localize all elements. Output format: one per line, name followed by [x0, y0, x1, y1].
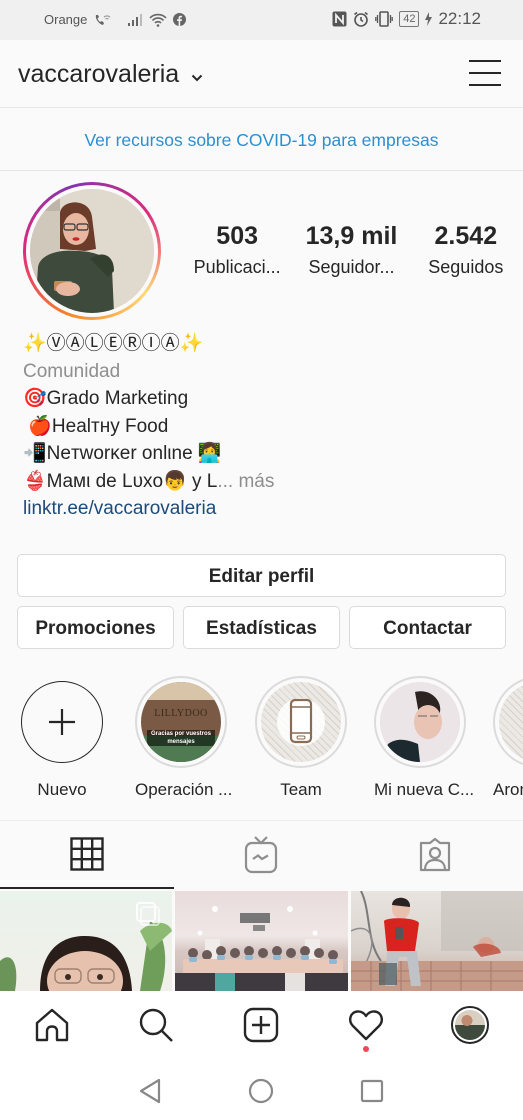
highlight-item[interactable]: Arom: [493, 676, 523, 800]
highlight-label: Mi nueva C...: [374, 780, 475, 799]
story-highlights: Nuevo LILLYDOO Gracias por vuestros mens…: [0, 676, 523, 806]
highlight-new[interactable]: Nuevo: [16, 676, 108, 800]
highlight-item[interactable]: LILLYDOO Gracias por vuestros mensajes O…: [135, 676, 233, 800]
tab-igtv[interactable]: [174, 821, 348, 889]
profile-bio: ✨ⓋⒶⓁⒺⓇⒾⒶ✨ Comunidad 🎯Grado Marketing 🍎He…: [23, 330, 274, 523]
highlight-label: Operación ...: [135, 780, 233, 799]
system-home-button[interactable]: [247, 1077, 275, 1105]
igtv-icon: [244, 836, 278, 874]
highlight-brand-text: LILLYDOO: [154, 708, 208, 719]
vibrate-icon: [375, 11, 394, 27]
highlight-caption: Gracias por vuestros mensajes: [147, 730, 215, 746]
tab-tagged[interactable]: [348, 821, 522, 889]
chevron-down-icon: [191, 60, 203, 89]
highlight-label: Team: [280, 780, 322, 799]
stat-followers[interactable]: 13,9 mil Seguidor...: [294, 222, 408, 278]
new-highlight-button[interactable]: [21, 681, 103, 763]
facebook-icon: [173, 13, 187, 26]
home-circle-icon: [248, 1078, 274, 1104]
alarm-icon: [353, 11, 369, 27]
home-icon: [35, 1008, 69, 1042]
stat-following[interactable]: 2.542 Seguidos: [409, 222, 523, 278]
display-name: ✨ⓋⒶⓁⒺⓇⒾⒶ✨: [23, 333, 204, 354]
tagged-user-icon: [419, 837, 451, 872]
bio-line: 🍎Healтнy Food: [23, 415, 169, 437]
highlight-cover: LILLYDOO Gracias por vuestros mensajes: [141, 682, 221, 762]
profile-header: vaccarovaleria: [0, 40, 523, 108]
profile-avatar-icon: [451, 1006, 489, 1044]
contact-button[interactable]: Contactar: [349, 606, 506, 649]
covid-resources-link[interactable]: Ver recursos sobre COVID-19 para empresa…: [0, 109, 523, 171]
add-post-icon: [243, 1007, 279, 1043]
promotions-button[interactable]: Promociones: [17, 606, 174, 649]
nav-new-post[interactable]: [241, 1005, 281, 1045]
system-navigation: [0, 1061, 523, 1120]
system-recents-button[interactable]: [358, 1077, 386, 1105]
highlight-label: Arom: [493, 780, 523, 799]
highlight-item[interactable]: Mi nueva C...: [374, 676, 475, 800]
highlight-item[interactable]: Team: [255, 676, 347, 800]
posts-count: 503: [216, 222, 259, 250]
back-triangle-icon: [139, 1078, 161, 1104]
followers-label: Seguidor...: [308, 257, 395, 277]
following-label: Seguidos: [428, 257, 504, 277]
nfc-icon: [332, 11, 347, 27]
carrier-name: Orange: [44, 12, 88, 27]
search-icon: [139, 1008, 173, 1042]
posts-label: Publicaci...: [193, 257, 281, 277]
stat-posts[interactable]: 503 Publicaci...: [180, 222, 294, 278]
profile-category: Comunidad: [23, 360, 121, 382]
heart-icon: [349, 1010, 383, 1041]
insights-button[interactable]: Estadísticas: [183, 606, 340, 649]
highlight-cover: [261, 682, 341, 762]
username: vaccarovaleria: [18, 60, 180, 88]
more-link[interactable]: ... más: [217, 471, 274, 492]
battery-icon: 42: [399, 11, 420, 27]
profile-tabs: [0, 820, 523, 889]
nav-profile[interactable]: [450, 1005, 490, 1045]
status-bar: Orange 42 22:12: [0, 0, 523, 40]
highlight-label: Nuevo: [37, 780, 87, 799]
clock: 22:12: [438, 9, 481, 28]
recents-square-icon: [360, 1079, 384, 1103]
highlight-cover: [499, 682, 523, 762]
profile-stats: 503 Publicaci... 13,9 mil Seguidor... 2.…: [180, 222, 523, 278]
followers-count: 13,9 mil: [305, 222, 398, 250]
profile-photo: [30, 189, 154, 313]
bio-line: 🎯Grado Marketing: [23, 388, 189, 409]
hamburger-menu-icon[interactable]: [469, 60, 501, 88]
profile-website-link[interactable]: linktr.ee/vaccarovaleria: [23, 495, 274, 523]
bio-line-truncated: 👙Maмι de Lυxo👦 y L... más: [23, 468, 274, 496]
post-thumbnail[interactable]: [175, 891, 348, 991]
plus-icon: [49, 709, 75, 735]
charging-icon: [425, 12, 433, 26]
profile-avatar[interactable]: [23, 182, 161, 320]
post-thumbnail[interactable]: [0, 891, 173, 991]
tab-grid[interactable]: [0, 821, 174, 889]
wifi-call-icon: [93, 13, 111, 27]
following-count: 2.542: [434, 222, 498, 250]
account-switcher[interactable]: vaccarovaleria: [18, 60, 203, 89]
post-thumbnail[interactable]: [350, 891, 523, 991]
signal-icon: [127, 13, 143, 26]
nav-search[interactable]: [136, 1005, 176, 1045]
grid-icon: [70, 837, 104, 871]
notification-dot: [363, 1046, 369, 1052]
bottom-navigation: [0, 991, 523, 1061]
highlight-cover: [380, 682, 460, 762]
bio-line: 👙Maмι de Lυxo👦 y L: [23, 470, 218, 492]
phone-icon: [277, 698, 325, 746]
edit-profile-button[interactable]: Editar perfil: [17, 554, 506, 597]
bio-line: 📲Neтworĸer onlιne 👩‍💻: [23, 443, 222, 464]
nav-activity[interactable]: [346, 1005, 386, 1052]
wifi-icon: [149, 13, 167, 27]
nav-home[interactable]: [32, 1005, 72, 1045]
posts-grid: [0, 891, 523, 991]
system-back-button[interactable]: [136, 1077, 164, 1105]
